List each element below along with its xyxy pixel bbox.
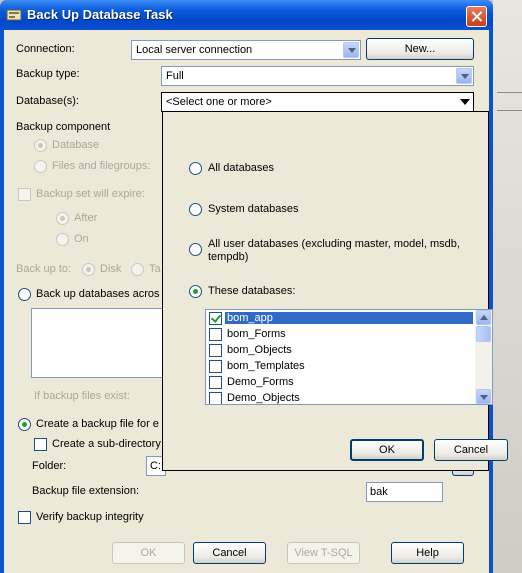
window-title: Back Up Database Task	[27, 7, 173, 22]
databases-dropdown[interactable]: <Select one or more>	[161, 92, 474, 112]
database-checkbox[interactable]	[209, 328, 222, 341]
database-checkbox[interactable]	[209, 312, 222, 325]
backup-files-list[interactable]	[31, 308, 166, 378]
database-name: bom_Objects	[227, 344, 292, 356]
these-databases-radio[interactable]	[189, 285, 202, 298]
list-item[interactable]: bom_app	[207, 311, 473, 327]
databases-value: <Select one or more>	[166, 96, 272, 108]
list-item[interactable]: Demo_Forms	[207, 375, 473, 391]
create-subdirectory-label: Create a sub-directory	[52, 438, 161, 450]
expire-after-label: After	[74, 212, 98, 224]
backup-component-label: Backup component	[16, 121, 111, 133]
folder-label: Folder:	[32, 460, 67, 472]
vertical-scrollbar[interactable]	[475, 310, 492, 404]
all-databases-radio[interactable]	[189, 162, 202, 175]
expire-after-radio[interactable]	[56, 212, 69, 225]
backup-extension-value: bak	[370, 486, 388, 498]
database-name: bom_app	[225, 312, 473, 324]
folder-value: C:	[150, 460, 161, 472]
chevron-down-icon[interactable]	[460, 99, 470, 105]
backup-type-dropdown[interactable]: Full	[161, 66, 474, 86]
new-connection-button[interactable]: New...	[366, 38, 474, 60]
databases-checklist[interactable]: bom_app bom_Forms bom_Objects bom_Templa…	[205, 309, 493, 405]
view-tsql-button[interactable]: View T-SQL	[287, 542, 360, 564]
backup-to-tape-label: Ta	[149, 263, 161, 275]
backup-to-label: Back up to:	[16, 263, 72, 275]
connection-value: Local server connection	[136, 44, 253, 56]
files-component-label: Files and filegroups:	[52, 160, 151, 172]
expire-on-radio[interactable]	[56, 233, 69, 246]
if-backup-exists-label: If backup files exist:	[34, 390, 130, 402]
backup-to-tape-radio[interactable]	[131, 263, 144, 276]
databases-label: Database(s):	[16, 95, 79, 107]
system-databases-label: System databases	[208, 203, 299, 215]
background-window-edge	[493, 0, 522, 573]
close-button[interactable]	[466, 6, 487, 27]
divider	[497, 92, 522, 93]
connection-dropdown[interactable]: Local server connection	[131, 40, 361, 60]
list-item[interactable]: bom_Templates	[207, 359, 473, 375]
popup-ok-button[interactable]: OK	[350, 439, 424, 461]
database-checkbox[interactable]	[209, 344, 222, 357]
backup-expire-checkbox[interactable]	[18, 188, 31, 201]
backup-to-disk-label: Disk	[100, 263, 122, 275]
database-name: Demo_Objects	[227, 392, 300, 404]
database-name: bom_Forms	[227, 328, 286, 340]
database-checkbox[interactable]	[209, 376, 222, 389]
chevron-down-icon[interactable]	[456, 68, 472, 84]
database-icon	[6, 9, 22, 21]
system-databases-radio[interactable]	[189, 203, 202, 216]
chevron-down-icon[interactable]	[343, 42, 359, 58]
ok-button[interactable]: OK	[112, 542, 185, 564]
user-databases-label: All user databases (excluding master, mo…	[208, 238, 460, 250]
verify-integrity-label: Verify backup integrity	[36, 511, 144, 523]
database-selection-popup: All databases System databases All user …	[162, 111, 508, 471]
backup-across-files-radio[interactable]	[18, 288, 31, 301]
database-checkbox[interactable]	[209, 392, 222, 404]
title-bar[interactable]: Back Up Database Task	[0, 0, 493, 30]
create-backup-file-label: Create a backup file for e	[36, 418, 159, 430]
cancel-button[interactable]: Cancel	[193, 542, 266, 564]
create-backup-file-radio[interactable]	[18, 418, 31, 431]
verify-integrity-checkbox[interactable]	[18, 511, 31, 524]
list-item[interactable]: bom_Objects	[207, 343, 473, 359]
backup-extension-input[interactable]: bak	[366, 482, 443, 502]
divider	[497, 110, 522, 111]
backup-across-files-label: Back up databases acros	[36, 288, 160, 300]
backup-extension-label: Backup file extension:	[32, 485, 140, 497]
connection-label: Connection:	[16, 43, 75, 55]
database-component-label: Database	[52, 139, 100, 151]
user-databases-radio[interactable]	[189, 243, 202, 256]
list-item[interactable]: bom_Forms	[207, 327, 473, 343]
database-checkbox[interactable]	[209, 360, 222, 373]
user-databases-label-line2: tempdb)	[208, 251, 249, 263]
database-name: bom_Templates	[227, 360, 305, 372]
scroll-down-icon[interactable]	[476, 389, 491, 404]
database-name: Demo_Forms	[227, 376, 294, 388]
backup-type-value: Full	[166, 70, 184, 82]
files-component-radio[interactable]	[34, 160, 47, 173]
create-subdirectory-checkbox[interactable]	[34, 438, 47, 451]
database-component-radio[interactable]	[34, 139, 47, 152]
scroll-thumb[interactable]	[476, 326, 491, 342]
backup-expire-label: Backup set will expire:	[36, 188, 145, 200]
backup-to-disk-radio[interactable]	[82, 263, 95, 276]
list-item[interactable]: Demo_Objects	[207, 391, 473, 404]
help-button[interactable]: Help	[391, 542, 464, 564]
these-databases-label: These databases:	[208, 285, 296, 297]
scroll-up-icon[interactable]	[476, 310, 491, 325]
backup-type-label: Backup type:	[16, 68, 80, 80]
popup-cancel-button[interactable]: Cancel	[434, 439, 508, 461]
expire-on-label: On	[74, 233, 89, 245]
all-databases-label: All databases	[208, 162, 275, 174]
